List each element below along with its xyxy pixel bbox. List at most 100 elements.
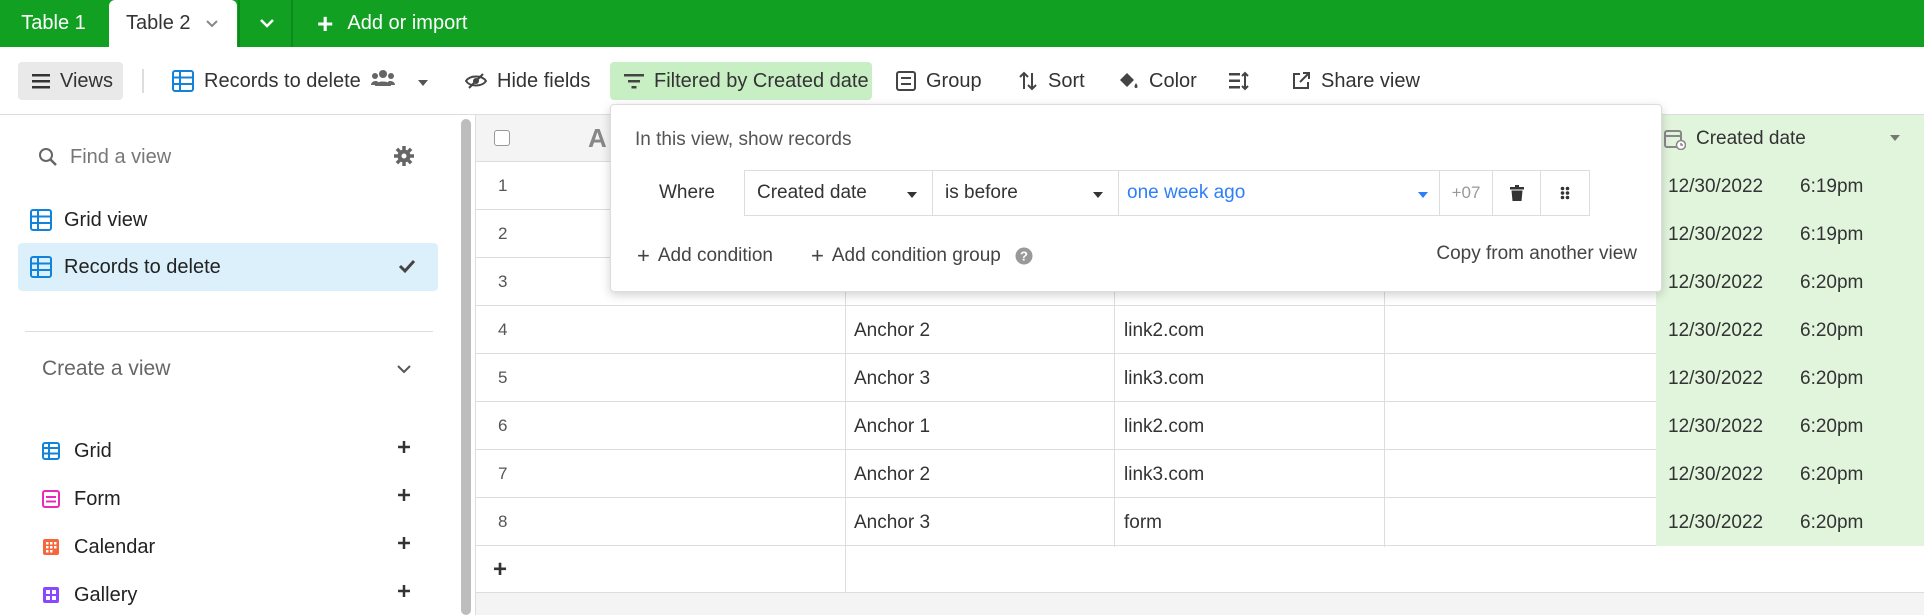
create-item-label: Gallery (74, 583, 138, 606)
scrollbar-thumb[interactable] (461, 119, 471, 615)
create-item-label: Form (74, 487, 121, 510)
help-icon[interactable]: ? (1015, 247, 1033, 265)
plus-icon (398, 585, 410, 597)
current-view-menu[interactable]: Records to delete (172, 62, 439, 100)
table-row[interactable]: 7 Anchor 2 link3.com 12/30/2022 6:20pm (476, 450, 1924, 498)
tab-label: Table 1 (21, 12, 86, 34)
drag-handle[interactable] (1540, 170, 1590, 216)
checkmark-icon (398, 259, 416, 274)
chevron-down-icon (259, 12, 275, 35)
filter-button[interactable]: Filtered by Created date (610, 62, 872, 100)
filter-value: one week ago (1127, 182, 1246, 203)
collaborative-view-icon (370, 69, 405, 93)
table-tab-bar: Table 1 Table 2 + Add or import (0, 0, 1924, 47)
search-icon (39, 148, 57, 166)
group-button[interactable]: Group (896, 62, 982, 100)
share-view-button[interactable]: Share view (1291, 62, 1420, 100)
chevron-down-icon[interactable] (396, 363, 412, 375)
create-item-label: Grid (74, 439, 112, 462)
anchor-cell[interactable]: Anchor 2 (854, 320, 930, 342)
select-all-checkbox[interactable] (494, 130, 510, 146)
plus-icon: + (493, 556, 508, 583)
sort-icon (1019, 71, 1037, 91)
created-date-cell[interactable]: 12/30/2022 6:20pm (1656, 354, 1924, 402)
time-value: 6:20pm (1800, 368, 1864, 389)
link-cell[interactable]: link2.com (1124, 416, 1204, 438)
table-row[interactable]: 8 Anchor 3 form 12/30/2022 6:20pm (476, 498, 1924, 546)
add-or-import-button[interactable]: + Add or import (317, 0, 467, 47)
row-height-icon (1229, 71, 1249, 91)
all-tables-dropdown[interactable] (242, 0, 291, 47)
link-cell[interactable]: form (1124, 512, 1162, 534)
hamburger-icon (32, 74, 50, 89)
time-value: 6:19pm (1800, 176, 1864, 197)
add-record-row[interactable]: + (476, 547, 1924, 593)
create-view-heading[interactable]: Create a view (42, 357, 170, 381)
filter-icon (624, 74, 644, 89)
anchor-cell[interactable]: Anchor 2 (854, 464, 930, 486)
views-toggle-button[interactable]: Views (18, 62, 123, 100)
time-value: 6:20pm (1800, 416, 1864, 437)
anchor-cell[interactable]: Anchor 1 (854, 416, 930, 438)
timezone-indicator[interactable]: +07 (1439, 170, 1493, 216)
tab-divider (238, 0, 240, 47)
copy-from-another-view-button[interactable]: Copy from another view (1436, 243, 1637, 265)
tab-table-1[interactable]: Table 1 (0, 0, 107, 47)
caret-down-icon[interactable] (1889, 134, 1901, 142)
add-condition-group-button[interactable]: + Add condition group ? (811, 243, 1033, 269)
filter-label: Filtered by Created date (654, 69, 869, 92)
row-number: 1 (498, 176, 508, 195)
created-date-cell[interactable]: 12/30/2022 6:20pm (1656, 450, 1924, 498)
delete-condition-button[interactable] (1492, 170, 1541, 216)
row-height-button[interactable] (1229, 62, 1259, 100)
sort-button[interactable]: Sort (1018, 62, 1085, 100)
create-calendar-view[interactable]: Calendar (42, 527, 422, 567)
gear-icon[interactable] (393, 145, 415, 167)
created-date-cell[interactable]: 12/30/2022 6:20pm (1656, 402, 1924, 450)
chevron-down-icon[interactable] (205, 12, 219, 35)
add-condition-button[interactable]: + Add condition (637, 243, 773, 269)
caret-down-icon (907, 192, 917, 198)
row-number: 7 (498, 464, 508, 483)
find-view-search (18, 135, 432, 179)
column-header-label: Created date (1696, 127, 1806, 149)
link-cell[interactable]: link3.com (1124, 464, 1204, 486)
create-form-view[interactable]: Form (42, 479, 422, 519)
sidebar-item-records-to-delete[interactable]: Records to delete (18, 243, 438, 291)
views-sidebar: Grid view Records to delete Create a vie… (0, 115, 460, 615)
link-cell[interactable]: link3.com (1124, 368, 1204, 390)
link-cell[interactable]: link2.com (1124, 320, 1204, 342)
group-label: Group (926, 69, 982, 92)
paint-bucket-icon (1120, 73, 1138, 88)
created-date-cell[interactable]: 12/30/2022 6:19pm (1656, 162, 1924, 210)
tab-label: Table 2 (126, 12, 191, 34)
anchor-cell[interactable]: Anchor 3 (854, 512, 930, 534)
created-date-cell[interactable]: 12/30/2022 6:19pm (1656, 210, 1924, 258)
table-row[interactable]: 6 Anchor 1 link2.com 12/30/2022 6:20pm (476, 402, 1924, 450)
column-header-created-date[interactable]: Created date (1656, 115, 1924, 162)
plus-icon (398, 441, 410, 453)
sidebar-item-grid-view[interactable]: Grid view (18, 196, 438, 244)
date-value: 12/30/2022 (1668, 272, 1764, 293)
created-date-cell[interactable]: 12/30/2022 6:20pm (1656, 258, 1924, 306)
created-date-cell[interactable]: 12/30/2022 6:20pm (1656, 498, 1924, 546)
created-date-cell[interactable]: 12/30/2022 6:20pm (1656, 306, 1924, 354)
drag-handle-icon (1560, 186, 1570, 200)
row-number: 3 (498, 272, 508, 291)
share-view-label: Share view (1321, 69, 1420, 92)
create-grid-view[interactable]: Grid (42, 431, 422, 471)
filter-operator-select[interactable]: is before (932, 170, 1119, 216)
sidebar-scrollbar[interactable] (460, 115, 472, 615)
tab-divider (291, 0, 293, 47)
create-gallery-view[interactable]: Gallery (42, 575, 422, 615)
color-button[interactable]: Color (1117, 62, 1197, 100)
find-view-input[interactable] (70, 139, 370, 175)
table-row[interactable]: 5 Anchor 3 link3.com 12/30/2022 6:20pm (476, 354, 1924, 402)
views-label: Views (60, 69, 113, 92)
filter-field-select[interactable]: Created date (744, 170, 933, 216)
table-row[interactable]: 4 Anchor 2 link2.com 12/30/2022 6:20pm (476, 306, 1924, 354)
hide-fields-button[interactable]: Hide fields (465, 62, 590, 100)
tab-table-2[interactable]: Table 2 (109, 0, 237, 47)
filter-value-select[interactable]: one week ago (1118, 170, 1440, 216)
anchor-cell[interactable]: Anchor 3 (854, 368, 930, 390)
